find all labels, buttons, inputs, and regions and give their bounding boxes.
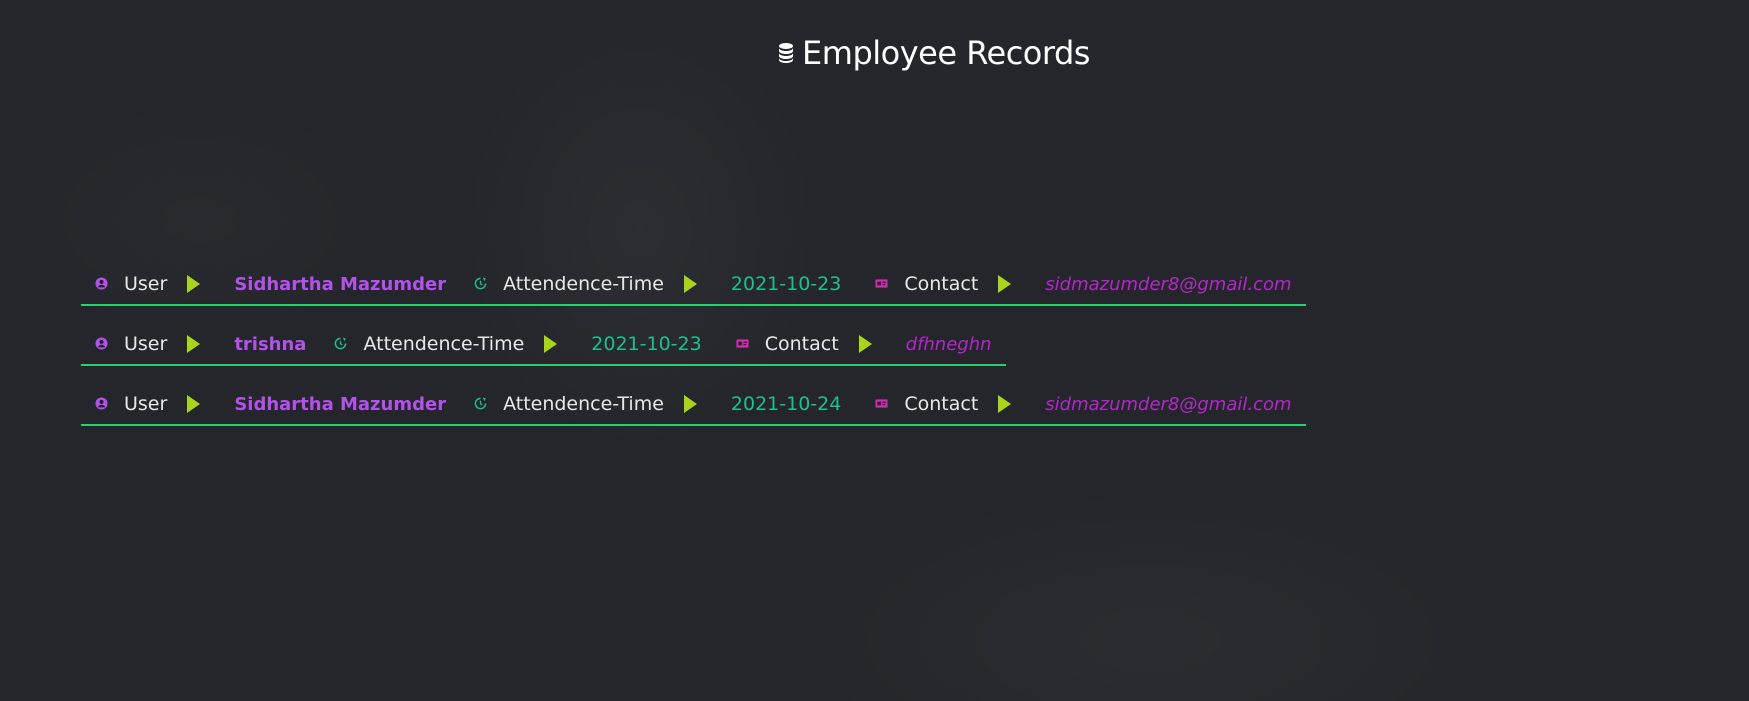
contact-label: Contact (904, 393, 979, 415)
employee-name: trishna (234, 333, 307, 355)
history-icon (335, 336, 347, 349)
contact-value: sidmazumder8@gmail.com (1045, 273, 1292, 295)
user-circle-icon (95, 336, 108, 350)
contact-value: sidmazumder8@gmail.com (1045, 393, 1292, 415)
id-card-icon (875, 278, 888, 288)
page-title-text: Employee Records (802, 34, 1090, 72)
id-card-icon (875, 398, 888, 408)
contact-value: dfhneghn (905, 333, 992, 355)
user-label: User (124, 393, 168, 415)
attendance-label: Attendence-Time (363, 333, 525, 355)
play-arrow-icon (187, 275, 201, 293)
user-label: User (124, 333, 168, 355)
play-arrow-icon (858, 335, 872, 353)
employee-name: Sidhartha Mazumder (234, 273, 447, 295)
history-icon (474, 396, 487, 409)
contact-label: Contact (764, 333, 839, 355)
attendance-date: 2021-10-24 (730, 393, 842, 415)
attendance-label: Attendence-Time (503, 393, 664, 415)
play-arrow-icon (683, 275, 697, 293)
attendance-label: Attendence-Time (503, 273, 664, 295)
record-row: User Sidhartha Mazumder Attendence-Time … (81, 384, 1306, 426)
record-row: User trishna Attendence-Time 2021-10-23 … (81, 324, 1006, 366)
id-card-icon (736, 338, 749, 348)
history-icon (474, 276, 487, 289)
page-title: Employee Records (0, 34, 1749, 72)
user-label: User (124, 273, 168, 295)
employee-name: Sidhartha Mazumder (234, 393, 447, 415)
play-arrow-icon (998, 395, 1012, 413)
attendance-date: 2021-10-23 (730, 273, 842, 295)
page: Employee Records User Sidhartha Mazumder… (0, 0, 1749, 701)
play-arrow-icon (683, 395, 697, 413)
play-arrow-icon (998, 275, 1012, 293)
user-circle-icon (95, 396, 108, 410)
play-arrow-icon (544, 335, 558, 353)
attendance-date: 2021-10-23 (591, 333, 702, 355)
play-arrow-icon (187, 395, 201, 413)
contact-label: Contact (904, 273, 979, 295)
record-row: User Sidhartha Mazumder Attendence-Time … (81, 264, 1306, 306)
database-icon (779, 43, 794, 63)
play-arrow-icon (187, 335, 201, 353)
user-circle-icon (95, 276, 108, 290)
